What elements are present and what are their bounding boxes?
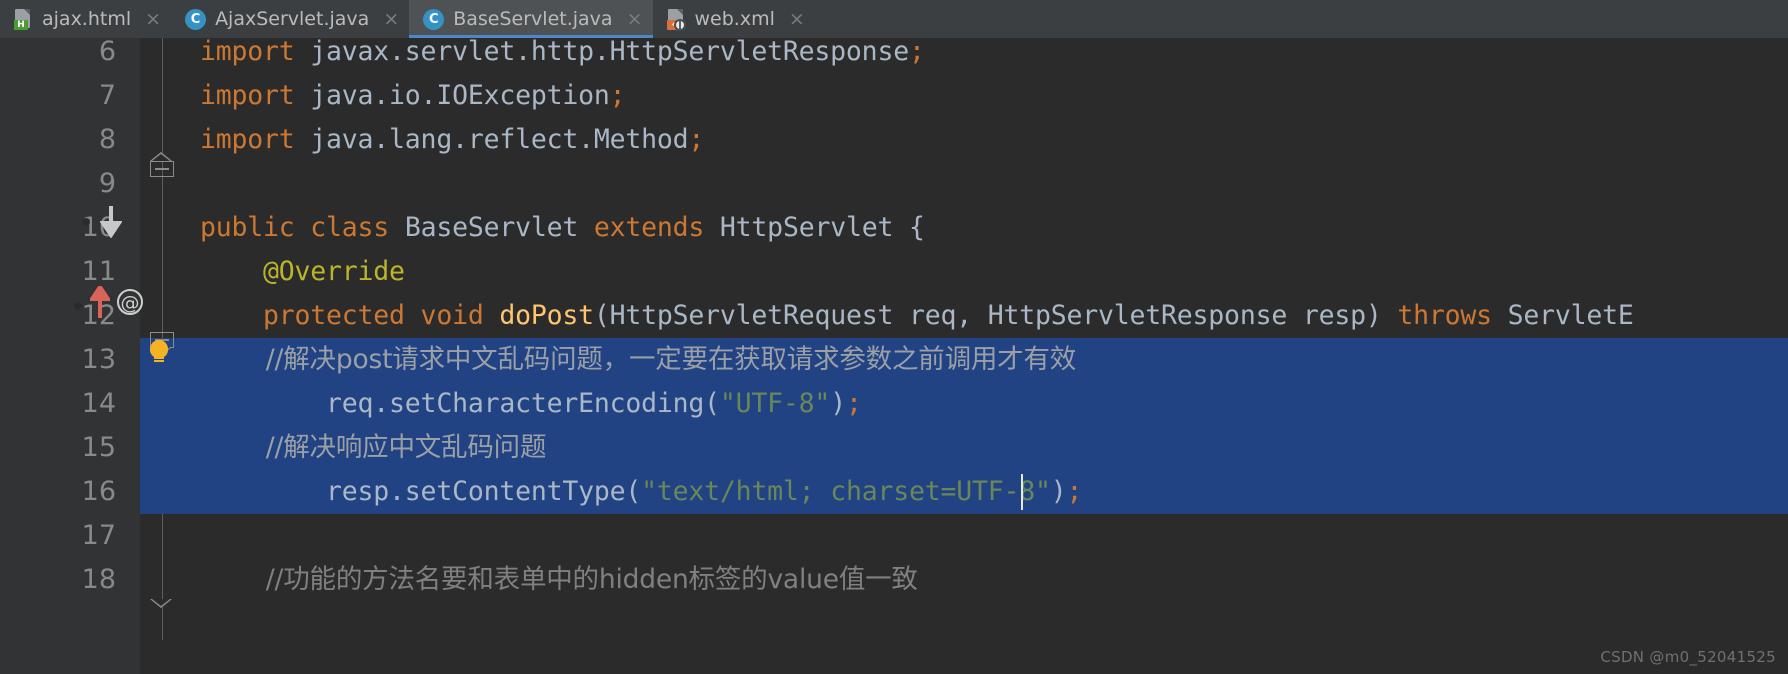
token: ; (609, 80, 626, 111)
code-text[interactable]: public class BaseServlet extends HttpSer… (200, 206, 925, 250)
token: //功能的方法名要和表单中的hidden标签的value值一致 (200, 564, 918, 595)
code-line[interactable]: 17 (0, 514, 1788, 558)
token: req.setCharacterEncoding (200, 388, 705, 419)
annotation-at-icon[interactable]: @ (117, 289, 143, 315)
intention-bulb-icon[interactable] (149, 340, 169, 364)
token: HttpServletRequest req, HttpServletRespo… (609, 300, 1366, 331)
text-caret (1021, 474, 1023, 510)
line-number[interactable]: 15 (0, 426, 116, 470)
token: java.lang.reflect.Method (310, 124, 689, 155)
code-line[interactable]: 13 //解决post请求中文乱码问题，一定要在获取请求参数之前调用才有效 (0, 338, 1788, 382)
code-text[interactable]: @Override (200, 250, 405, 294)
line-number[interactable]: 7 (0, 74, 116, 118)
globe-icon (673, 18, 686, 31)
token: java.io.IOException (310, 80, 610, 111)
code-text[interactable]: import java.lang.reflect.Method; (200, 118, 704, 162)
token: ) (1050, 476, 1067, 507)
tab-label: web.xml (694, 8, 775, 30)
implemented-arrow-down-icon[interactable] (100, 204, 122, 238)
code-text[interactable]: import java.io.IOException; (200, 74, 626, 118)
fold-marker-block-collapse[interactable] (150, 584, 174, 608)
token: import (200, 38, 311, 67)
html-badge: H (14, 19, 28, 30)
token: HttpServlet (719, 212, 909, 243)
token: ( (593, 300, 610, 331)
override-arrow-up-icon[interactable] (90, 286, 110, 320)
token: { (908, 212, 925, 243)
close-icon[interactable]: × (627, 9, 643, 29)
code-line[interactable]: 15 //解决响应中文乱码问题 (0, 426, 1788, 470)
fold-marker-import-collapse[interactable] (150, 152, 174, 183)
code-text[interactable]: protected void doPost(HttpServletRequest… (200, 294, 1634, 338)
close-icon[interactable]: × (145, 9, 161, 29)
token: import (200, 80, 311, 111)
token: BaseServlet (404, 212, 594, 243)
token: extends (593, 212, 720, 243)
java-class-icon: C (423, 8, 445, 30)
line-number[interactable]: 14 (0, 382, 116, 426)
code-text[interactable]: //功能的方法名要和表单中的hidden标签的value值一致 (200, 558, 918, 602)
token: ; (688, 124, 705, 155)
close-icon[interactable]: × (383, 9, 399, 29)
token: "text/html; charset=UTF-8" (641, 476, 1051, 507)
token: ( (625, 476, 642, 507)
code-line[interactable]: 11 @Override (0, 250, 1788, 294)
token: "UTF-8" (719, 388, 831, 419)
line-number[interactable]: 10 (0, 206, 116, 250)
token: ; (1066, 476, 1083, 507)
java-class-icon: C (185, 8, 207, 30)
token: //解决post请求中文乱码问题，一定要在获取请求参数之前调用才有效 (200, 344, 1077, 375)
html-file-icon: H (14, 8, 33, 30)
code-line[interactable]: 12 protected void doPost(HttpServletRequ… (0, 294, 1788, 338)
code-line[interactable]: 10 public class BaseServlet extends HttpS… (0, 206, 1788, 250)
line-number[interactable]: 18 (0, 558, 116, 602)
code-line[interactable]: 16 resp.setContentType("text/html; chars… (0, 470, 1788, 514)
token: javax.servlet.http.HttpServletResponse (310, 38, 909, 67)
tab-baseservlet-java[interactable]: C BaseServlet.java × (409, 0, 653, 38)
token: ; (908, 38, 925, 67)
tab-label: AjaxServlet.java (215, 8, 370, 30)
line-number[interactable]: 16 (0, 470, 116, 514)
code-text[interactable]: resp.setContentType("text/html; charset=… (200, 470, 1082, 514)
code-line[interactable]: 6 import javax.servlet.http.HttpServletRe… (0, 38, 1788, 74)
code-line[interactable]: 9 (0, 162, 1788, 206)
token: protected void (200, 300, 500, 331)
token: //解决响应中文乱码问题 (200, 432, 547, 463)
code-line[interactable]: 18 //功能的方法名要和表单中的hidden标签的value值一致 (0, 558, 1788, 602)
token: ( (704, 388, 720, 419)
code-text[interactable]: req.setCharacterEncoding("UTF-8"); (200, 382, 862, 426)
code-editor[interactable]: 6 import javax.servlet.http.HttpServletRe… (0, 38, 1788, 674)
token: throws (1397, 300, 1508, 331)
line-number[interactable]: 8 (0, 118, 116, 162)
code-text[interactable]: //解决post请求中文乱码问题，一定要在获取请求参数之前调用才有效 (200, 338, 1076, 382)
token: public class (200, 212, 405, 243)
line-number[interactable]: 9 (0, 162, 116, 206)
line-number[interactable]: 6 (0, 38, 116, 74)
xml-file-icon: ‹ (666, 8, 686, 31)
line-number[interactable]: 13 (0, 338, 116, 382)
token: ) (830, 388, 846, 419)
editor-tab-bar: H ajax.html × C AjaxServlet.java × C Bas… (0, 0, 1788, 38)
token: ; (845, 388, 862, 419)
code-line[interactable]: 7 import java.io.IOException; (0, 74, 1788, 118)
tab-ajaxservlet-java[interactable]: C AjaxServlet.java × (171, 0, 409, 38)
code-line[interactable]: 14 req.setCharacterEncoding("UTF-8"); (0, 382, 1788, 426)
close-icon[interactable]: × (789, 9, 805, 29)
watermark: CSDN @m0_52041525 (1600, 648, 1776, 666)
token: ServletE (1507, 300, 1634, 331)
token: import (200, 124, 311, 155)
code-text[interactable]: import javax.servlet.http.HttpServletRes… (200, 38, 925, 74)
tab-ajax-html[interactable]: H ajax.html × (0, 0, 171, 38)
token: @Override (200, 256, 405, 287)
tab-web-xml[interactable]: ‹ web.xml × (653, 0, 815, 38)
code-line[interactable]: 8 import java.lang.reflect.Method; (0, 118, 1788, 162)
token: ) (1365, 300, 1398, 331)
token: resp.setContentType (200, 476, 626, 507)
line-number[interactable]: 17 (0, 514, 116, 558)
token: doPost (499, 300, 594, 331)
tab-label: BaseServlet.java (453, 8, 613, 30)
tab-label: ajax.html (42, 8, 132, 30)
code-text[interactable]: //解决响应中文乱码问题 (200, 426, 547, 470)
